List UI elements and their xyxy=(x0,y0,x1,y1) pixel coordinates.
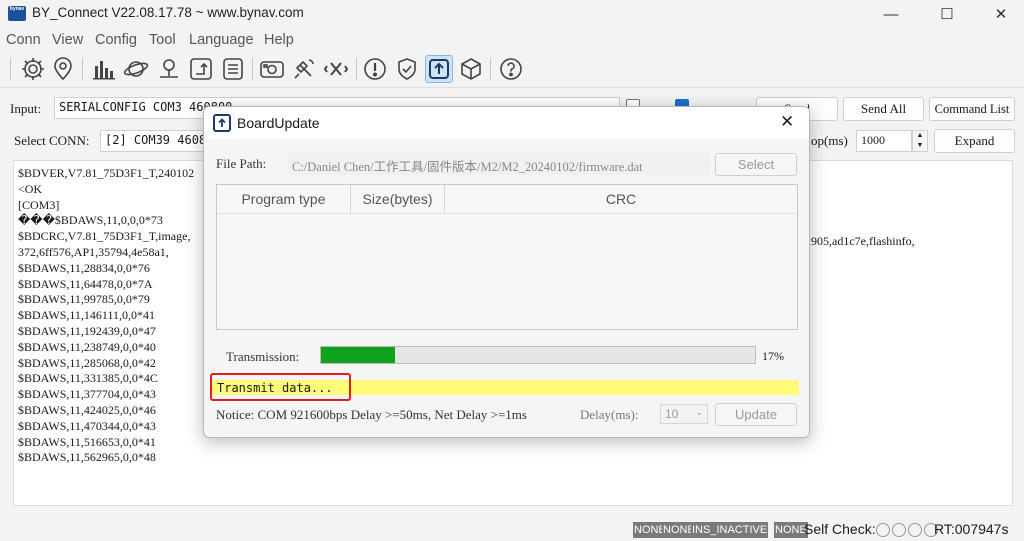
location-pin-icon[interactable] xyxy=(49,55,77,83)
maximize-icon: ☐ xyxy=(940,6,954,23)
board-update-dialog: BoardUpdate ✕ File Path: C:/Daniel Chen/… xyxy=(203,106,810,438)
loop-interval-label: op(ms) xyxy=(811,133,848,148)
window-title: BY_Connect V22.08.17.78 ~ www.bynav.com xyxy=(32,5,304,20)
transmission-label: Transmission: xyxy=(226,349,300,364)
update-button[interactable]: Update xyxy=(715,403,797,426)
runtime-counter: RT:007947s xyxy=(934,521,1009,537)
command-list-button[interactable]: Command List xyxy=(929,97,1015,121)
toolbar-separator xyxy=(490,58,491,80)
self-check-indicators xyxy=(876,523,938,537)
expand-button[interactable]: Expand xyxy=(934,129,1015,153)
toolbar-separator xyxy=(82,58,83,80)
delay-value: 10 xyxy=(665,407,679,421)
corner-route-icon[interactable] xyxy=(187,55,215,83)
loop-interval-input[interactable]: 1000 xyxy=(856,130,912,152)
console-line: $BDAWS,11,562965,0,0*48 xyxy=(18,450,156,465)
select-button[interactable]: Select xyxy=(715,153,797,176)
help-icon[interactable] xyxy=(497,55,525,83)
dialog-close-button[interactable]: ✕ xyxy=(780,112,794,132)
progress-percent: 17% xyxy=(762,349,784,363)
planet-icon[interactable] xyxy=(122,55,150,83)
bar-chart-icon[interactable] xyxy=(90,55,118,83)
file-path-field[interactable]: C:/Daniel Chen/工作工具/固件版本/M2/M2_20240102/… xyxy=(288,153,710,175)
connection-select[interactable]: [2] COM39 460800 xyxy=(100,130,210,152)
self-check-label: Self Check: xyxy=(804,521,876,537)
toolbar xyxy=(0,52,1024,88)
progress-fill xyxy=(321,347,395,363)
close-icon: ✕ xyxy=(780,112,795,131)
chevron-down-icon: ⌄ xyxy=(695,407,703,417)
input-label: Input: xyxy=(10,101,42,116)
menu-view[interactable]: View xyxy=(52,32,83,48)
status-text: Transmit data... xyxy=(210,373,351,401)
close-button[interactable]: ✕ xyxy=(978,0,1024,28)
x-icon[interactable] xyxy=(322,55,350,83)
menu-tool[interactable]: Tool xyxy=(149,32,176,48)
indicator-light xyxy=(892,523,906,537)
table-header-divider xyxy=(217,213,797,214)
notice-text: Notice: COM 921600bps Delay >=50ms, Net … xyxy=(216,407,527,422)
upload-icon[interactable] xyxy=(425,55,453,83)
loop-interval-spinner[interactable]: ▲ ▼ xyxy=(912,130,928,152)
program-table: Program type Size(bytes) CRC xyxy=(216,184,798,330)
camera-icon[interactable] xyxy=(258,55,286,83)
toolbar-separator xyxy=(356,58,357,80)
title-bar: bynav BY_Connect V22.08.17.78 ~ www.byna… xyxy=(0,0,1024,28)
status-tag-ins: INS_INACTIVE xyxy=(691,522,769,538)
column-header-size[interactable]: Size(bytes) xyxy=(351,185,445,213)
close-icon: ✕ xyxy=(994,6,1008,23)
menu-config[interactable]: Config xyxy=(95,32,137,48)
file-path-label: File Path: xyxy=(216,156,267,171)
menu-language[interactable]: Language xyxy=(189,32,254,48)
cube-icon[interactable] xyxy=(457,55,485,83)
select-conn-label: Select CONN: xyxy=(14,133,90,148)
upload-icon xyxy=(213,114,231,132)
minimize-icon: — xyxy=(883,5,899,23)
menu-conn[interactable]: Conn xyxy=(6,32,41,48)
app-logo: bynav xyxy=(8,6,26,21)
menu-bar: Conn View Config Tool Language Help xyxy=(0,30,1024,52)
gear-icon[interactable] xyxy=(19,55,47,83)
shield-check-icon[interactable] xyxy=(393,55,421,83)
alert-icon[interactable] xyxy=(361,55,389,83)
indicator-light xyxy=(876,523,890,537)
column-header-program-type[interactable]: Program type xyxy=(217,185,351,213)
menu-help[interactable]: Help xyxy=(264,32,294,48)
status-tag: NONE xyxy=(774,522,808,538)
column-header-crc[interactable]: CRC xyxy=(445,185,797,213)
delay-label: Delay(ms): xyxy=(580,407,639,422)
list-icon[interactable] xyxy=(219,55,247,83)
toolbar-separator xyxy=(10,58,11,80)
map-pin-icon[interactable] xyxy=(155,55,183,83)
indicator-light xyxy=(908,523,922,537)
transmission-progress-bar xyxy=(320,346,756,364)
send-all-button[interactable]: Send All xyxy=(843,97,924,121)
toolbar-separator xyxy=(252,58,253,80)
dialog-title: BoardUpdate xyxy=(237,115,320,131)
maximize-button[interactable]: ☐ xyxy=(924,0,970,28)
satellite-icon[interactable] xyxy=(290,55,318,83)
delay-select[interactable]: 10 ⌄ xyxy=(660,404,708,424)
dialog-title-bar: BoardUpdate ✕ xyxy=(204,107,809,139)
console-right-fragment: 2905,ad1c7e,flashinfo, xyxy=(805,234,915,248)
minimize-button[interactable]: — xyxy=(868,0,914,28)
